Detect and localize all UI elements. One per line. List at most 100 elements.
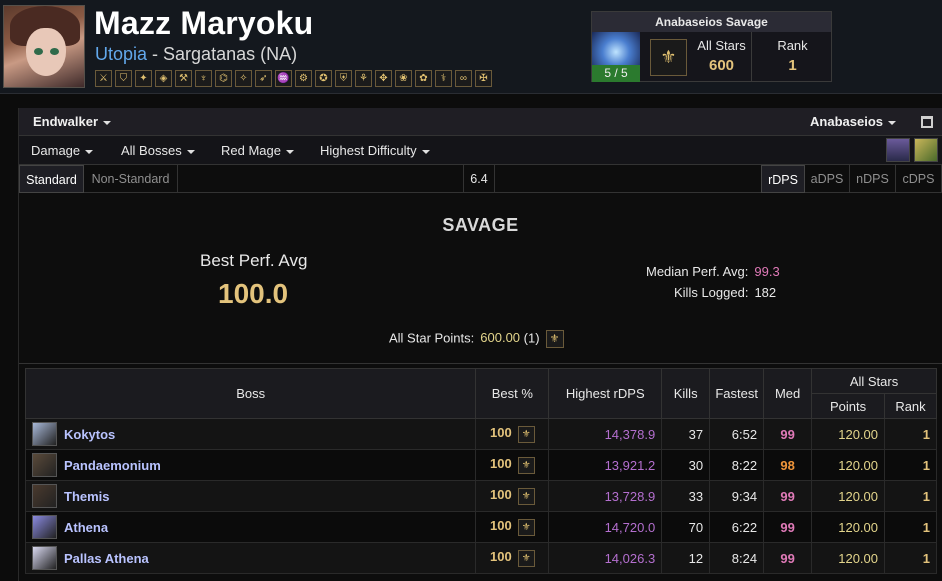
boss-name[interactable]: Pallas Athena (64, 551, 149, 566)
best-perf-label: Best Perf. Avg (200, 251, 308, 270)
median-percent: 99 (763, 511, 813, 543)
boss-icon (32, 546, 57, 570)
maximize-icon[interactable] (921, 116, 933, 128)
world-link[interactable]: Utopia (95, 44, 147, 64)
col-boss[interactable]: Boss (24, 368, 477, 419)
job-icon-4[interactable]: ◈ (155, 70, 172, 87)
all-star-label: All Star Points: (389, 330, 475, 346)
kills-count: 12 (661, 542, 711, 574)
rank-cell: 1 (884, 480, 937, 512)
rank-cell: 1 (884, 418, 937, 450)
job-icon-9[interactable]: ➶ (255, 70, 272, 87)
median-label: Median Perf. Avg: (646, 264, 749, 279)
performance-summary: SAVAGE Best Perf. Avg 100.0 Median Perf.… (19, 194, 942, 364)
tab-cdps[interactable]: cDPS (896, 165, 942, 193)
boss-icon (32, 422, 57, 446)
highest-rdps: 13,728.9 (548, 480, 663, 512)
chevron-down-icon (103, 120, 112, 125)
job-icon-17[interactable]: ✿ (415, 70, 432, 87)
table-row[interactable]: Athena 100 ⚜ 14,720.0 70 6:22 99 120.00 1 (24, 511, 937, 543)
avatar-face (26, 28, 66, 76)
table-row[interactable]: Pandaemonium 100 ⚜ 13,921.2 30 8:22 98 120.00 1 (24, 449, 937, 481)
job-icon-14[interactable]: ⚘ (355, 70, 372, 87)
boss-cell: Pandaemonium (24, 449, 477, 481)
raid-image: 5 / 5 (592, 32, 640, 82)
key-icon[interactable] (914, 138, 938, 162)
best-percent-cell: 100 ⚜ (475, 418, 550, 450)
filter-bar: Damage All Bosses Red Mage Highest Diffi… (19, 136, 942, 165)
boss-name[interactable]: Kokytos (64, 427, 115, 442)
tab-ndps[interactable]: nDPS (850, 165, 896, 193)
job-icon-8[interactable]: ✧ (235, 70, 252, 87)
tab-adps[interactable]: aDPS (805, 165, 850, 193)
rank-cell: 1 (884, 449, 937, 481)
zone-dropdown[interactable]: Anabaseios (810, 114, 896, 129)
fastest-time: 8:24 (709, 542, 765, 574)
job-icon-2[interactable]: ⛉ (115, 70, 132, 87)
tab-non-standard[interactable]: Non-Standard (84, 165, 178, 193)
table-row[interactable]: Kokytos 100 ⚜ 14,378.9 37 6:52 99 120.00 1 (24, 418, 937, 450)
col-points[interactable]: Points (811, 393, 885, 419)
kills-logged: Kills Logged: 182 (674, 285, 776, 300)
table-row[interactable]: Pallas Athena 100 ⚜ 14,026.3 12 8:24 99 120.00 1 (24, 542, 937, 574)
boss-cell: Themis (24, 480, 477, 512)
character-name: Mazz Maryoku (94, 5, 314, 41)
table-row[interactable]: Themis 100 ⚜ 13,728.9 33 9:34 99 120.00 1 (24, 480, 937, 512)
kills-count: 30 (661, 449, 711, 481)
job-icon-5[interactable]: ⚒ (175, 70, 192, 87)
job-icon-7[interactable]: ⌬ (215, 70, 232, 87)
red-mage-icon: ⚜ (517, 456, 535, 474)
job-icon-12[interactable]: ✪ (315, 70, 332, 87)
metric-dropdown[interactable]: Damage (31, 143, 94, 158)
boss-name[interactable]: Pandaemonium (64, 458, 161, 473)
party-view-icon[interactable] (886, 138, 910, 162)
job-icon-20[interactable]: ✠ (475, 70, 492, 87)
tab-standard[interactable]: Standard (19, 165, 84, 193)
col-rank[interactable]: Rank (884, 393, 937, 419)
character-header: Mazz Maryoku Utopia - Sargatanas (NA) ⚔ ⛉… (0, 0, 942, 94)
boss-name[interactable]: Themis (64, 489, 110, 504)
job-label: Red Mage (221, 143, 281, 158)
chevron-down-icon (186, 149, 195, 154)
job-icon-row: ⚔ ⛉ ✦ ◈ ⚒ ♆ ⌬ ✧ ➶ ♒ ⚙ ✪ ⛨ ⚘ ✥ ❀ ✿ ⚕ ∞ ✠ (95, 70, 492, 87)
chevron-down-icon (285, 149, 294, 154)
job-icon-15[interactable]: ✥ (375, 70, 392, 87)
job-icon-19[interactable]: ∞ (455, 70, 472, 87)
col-best[interactable]: Best % (475, 368, 550, 419)
job-icon-1[interactable]: ⚔ (95, 70, 112, 87)
tab-rdps[interactable]: rDPS (761, 165, 805, 193)
boss-icon (32, 453, 57, 477)
job-dropdown[interactable]: Red Mage (221, 143, 294, 158)
job-icon-6[interactable]: ♆ (195, 70, 212, 87)
best-percent: 100 (489, 425, 512, 441)
best-percent: 100 (489, 487, 512, 503)
median-value: 99.3 (754, 264, 780, 279)
col-kills[interactable]: Kills (661, 368, 711, 419)
col-fastest[interactable]: Fastest (709, 368, 765, 419)
difficulty-dropdown[interactable]: Highest Difficulty (320, 143, 430, 158)
job-icon-18[interactable]: ⚕ (435, 70, 452, 87)
fastest-time: 6:52 (709, 418, 765, 450)
median-percent: 98 (763, 449, 813, 481)
best-percent-cell: 100 ⚜ (475, 511, 550, 543)
boss-name[interactable]: Athena (64, 520, 108, 535)
expansion-dropdown[interactable]: Endwalker (33, 114, 112, 129)
job-icon-10[interactable]: ♒ (275, 70, 292, 87)
job-icon-3[interactable]: ✦ (135, 70, 152, 87)
best-percent-cell: 100 ⚜ (475, 449, 550, 481)
avatar-eye (34, 48, 43, 55)
col-highest[interactable]: Highest rDPS (548, 368, 663, 419)
bosses-dropdown[interactable]: All Bosses (121, 143, 195, 158)
job-icon-11[interactable]: ⚙ (295, 70, 312, 87)
fastest-time: 9:34 (709, 480, 765, 512)
server-separator: - (147, 44, 164, 64)
red-mage-icon: ⚜ (517, 425, 535, 443)
job-icon-16[interactable]: ❀ (395, 70, 412, 87)
best-percent-cell: 100 ⚜ (475, 480, 550, 512)
all-star-points: All Star Points: 600.00 (1) ⚜ (389, 330, 564, 348)
all-star-points-cell: 120.00 (811, 449, 885, 481)
job-icon-13[interactable]: ⛨ (335, 70, 352, 87)
chevron-down-icon (421, 149, 430, 154)
tab-version[interactable]: 6.4 (463, 165, 495, 193)
col-med[interactable]: Med (763, 368, 813, 419)
